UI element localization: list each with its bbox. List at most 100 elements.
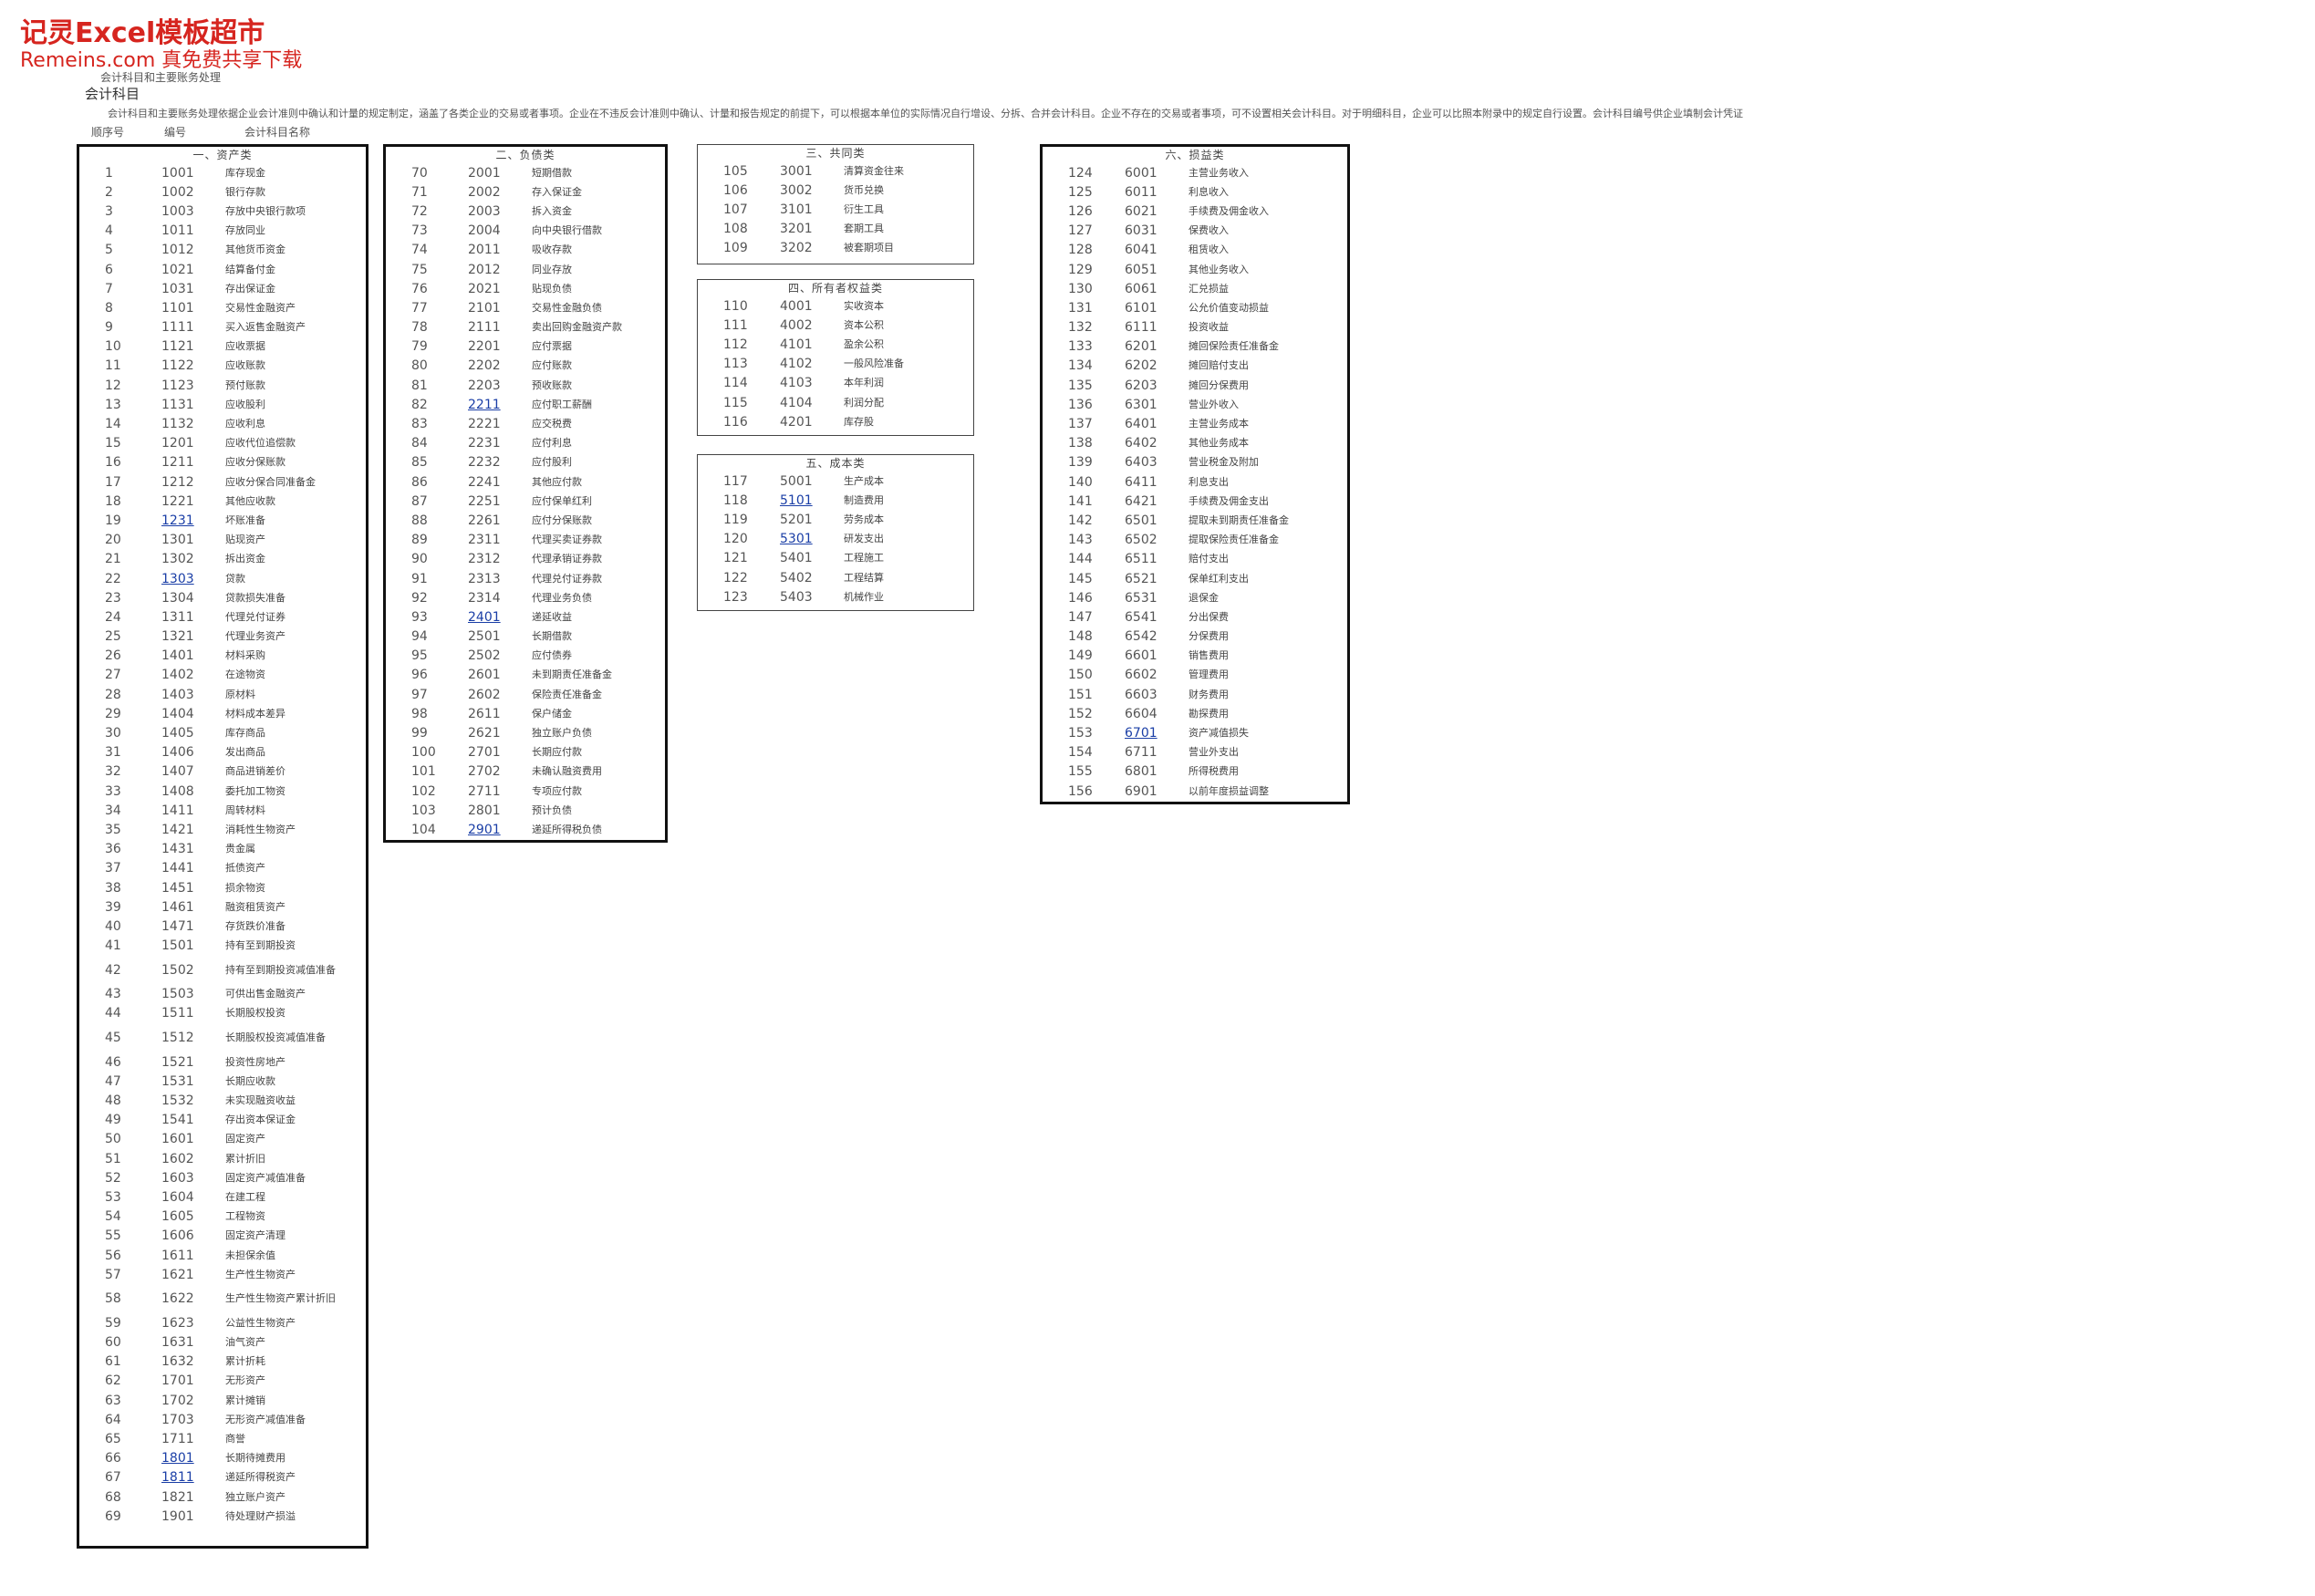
row-seq: 144 xyxy=(1068,552,1093,567)
table-row: 85 2232 应付股利 xyxy=(386,453,665,472)
account-name: 其他业务收入 xyxy=(1189,263,1249,275)
account-code-link[interactable]: 5101 xyxy=(780,493,813,508)
account-name: 应付股利 xyxy=(532,456,572,469)
account-name: 衍生工具 xyxy=(844,202,884,215)
account-name: 管理费用 xyxy=(1189,668,1229,681)
account-code: 1502 xyxy=(161,962,194,978)
account-code: 1631 xyxy=(161,1335,194,1351)
account-code: 2202 xyxy=(468,358,501,374)
row-seq: 137 xyxy=(1068,417,1093,432)
account-name: 一般风险准备 xyxy=(844,358,904,370)
account-code: 3002 xyxy=(780,182,813,198)
account-name: 递延所得税负债 xyxy=(532,823,602,835)
account-code: 2602 xyxy=(468,687,501,702)
account-code-link[interactable]: 1811 xyxy=(161,1470,194,1485)
table-row: 114 4103 本年利润 xyxy=(698,374,973,393)
row-seq: 21 xyxy=(105,552,121,567)
account-code: 6531 xyxy=(1125,590,1158,606)
account-name: 无形资产减值准备 xyxy=(225,1413,306,1425)
account-name: 分保费用 xyxy=(1189,630,1229,643)
row-seq: 49 xyxy=(105,1113,121,1128)
row-seq: 79 xyxy=(411,339,428,355)
account-name: 保险责任准备金 xyxy=(532,688,602,700)
account-code: 6203 xyxy=(1125,378,1158,393)
row-seq: 51 xyxy=(105,1151,121,1166)
table-row: 149 6601 销售费用 xyxy=(1043,647,1347,666)
table-row: 87 2251 应付保单红利 xyxy=(386,492,665,511)
table-row: 108 3201 套期工具 xyxy=(698,220,973,239)
table-row: 155 6801 所得税费用 xyxy=(1043,762,1347,782)
account-code: 1901 xyxy=(161,1508,194,1524)
account-name: 周转材料 xyxy=(225,803,265,816)
table-row: 81 2203 预收账款 xyxy=(386,376,665,395)
table-row: 138 6402 其他业务成本 xyxy=(1043,434,1347,453)
row-seq: 16 xyxy=(105,455,121,471)
table-row: 56 1611 未担保余值 xyxy=(79,1246,366,1265)
row-seq: 55 xyxy=(105,1228,121,1244)
account-name: 生产性生物资产 xyxy=(225,1268,296,1280)
account-name: 预计负债 xyxy=(532,803,572,816)
account-code: 1541 xyxy=(161,1113,194,1128)
section-title: 三、共同类 xyxy=(805,147,866,160)
account-name: 其他应收款 xyxy=(225,494,275,507)
account-name: 应付账款 xyxy=(532,359,572,372)
account-code-link[interactable]: 1801 xyxy=(161,1451,194,1466)
table-row: 64 1703 无形资产减值准备 xyxy=(79,1410,366,1429)
account-name: 长期应付款 xyxy=(532,746,582,759)
account-name: 应收利息 xyxy=(225,418,265,430)
row-seq: 70 xyxy=(411,165,428,181)
account-code-link[interactable]: 1231 xyxy=(161,513,194,528)
account-code-link[interactable]: 5301 xyxy=(780,532,813,546)
table-row: 71 2002 存入保证金 xyxy=(386,182,665,202)
row-seq: 98 xyxy=(411,706,428,721)
row-seq: 2 xyxy=(105,184,113,200)
account-code: 1451 xyxy=(161,880,194,896)
account-name: 所得税费用 xyxy=(1189,765,1239,778)
account-name: 生产性生物资产累计折旧 xyxy=(225,1292,336,1305)
row-seq: 91 xyxy=(411,571,428,586)
section-title: 六、损益类 xyxy=(1165,149,1225,161)
account-code: 1701 xyxy=(161,1373,194,1389)
table-row: 143 6502 提取保险责任准备金 xyxy=(1043,531,1347,550)
table-row: 128 6041 租赁收入 xyxy=(1043,241,1347,260)
account-code-link[interactable]: 2901 xyxy=(468,823,501,837)
account-code-link[interactable]: 6701 xyxy=(1125,726,1158,741)
table-row: 52 1603 固定资产减值准备 xyxy=(79,1168,366,1187)
table-row: 55 1606 固定资产清理 xyxy=(79,1227,366,1246)
table-row: 121 5401 工程施工 xyxy=(698,549,973,568)
account-name: 在途物资 xyxy=(225,668,265,681)
account-code: 1821 xyxy=(161,1489,194,1505)
account-name: 油气资产 xyxy=(225,1336,265,1349)
account-name: 未实现融资收益 xyxy=(225,1094,296,1107)
account-code: 6001 xyxy=(1125,165,1158,181)
table-row: 136 6301 营业外收入 xyxy=(1043,395,1347,414)
row-seq: 97 xyxy=(411,687,428,702)
row-seq: 113 xyxy=(723,357,748,372)
row-seq: 24 xyxy=(105,609,121,625)
row-seq: 154 xyxy=(1068,745,1093,761)
table-row: 61 1632 累计折耗 xyxy=(79,1352,366,1372)
account-code: 1021 xyxy=(161,262,194,277)
sheet-name: 会计科目 xyxy=(85,86,140,102)
account-name: 累计折旧 xyxy=(225,1152,265,1165)
table-row: 78 2111 卖出回购金融资产款 xyxy=(386,318,665,337)
account-name: 套期工具 xyxy=(844,223,884,235)
account-code-link[interactable]: 2211 xyxy=(468,398,501,412)
account-name: 公益性生物资产 xyxy=(225,1316,296,1329)
row-seq: 18 xyxy=(105,493,121,509)
account-code: 6061 xyxy=(1125,281,1158,296)
table-row: 68 1821 独立账户资产 xyxy=(79,1487,366,1507)
account-code: 6031 xyxy=(1125,223,1158,239)
section-title: 四、所有者权益类 xyxy=(787,282,883,295)
table-row: 76 2021 贴现负债 xyxy=(386,279,665,298)
row-seq: 5 xyxy=(105,243,113,258)
account-code-link[interactable]: 1303 xyxy=(161,572,194,586)
row-seq: 119 xyxy=(723,512,748,527)
table-row: 96 2601 未到期责任准备金 xyxy=(386,666,665,685)
account-code: 1212 xyxy=(161,474,194,490)
row-seq: 77 xyxy=(411,300,428,316)
account-name: 工程施工 xyxy=(844,552,884,565)
account-code-link[interactable]: 2401 xyxy=(468,610,501,625)
row-seq: 74 xyxy=(411,243,428,258)
table-row: 16 1211 应收分保账款 xyxy=(79,453,366,472)
